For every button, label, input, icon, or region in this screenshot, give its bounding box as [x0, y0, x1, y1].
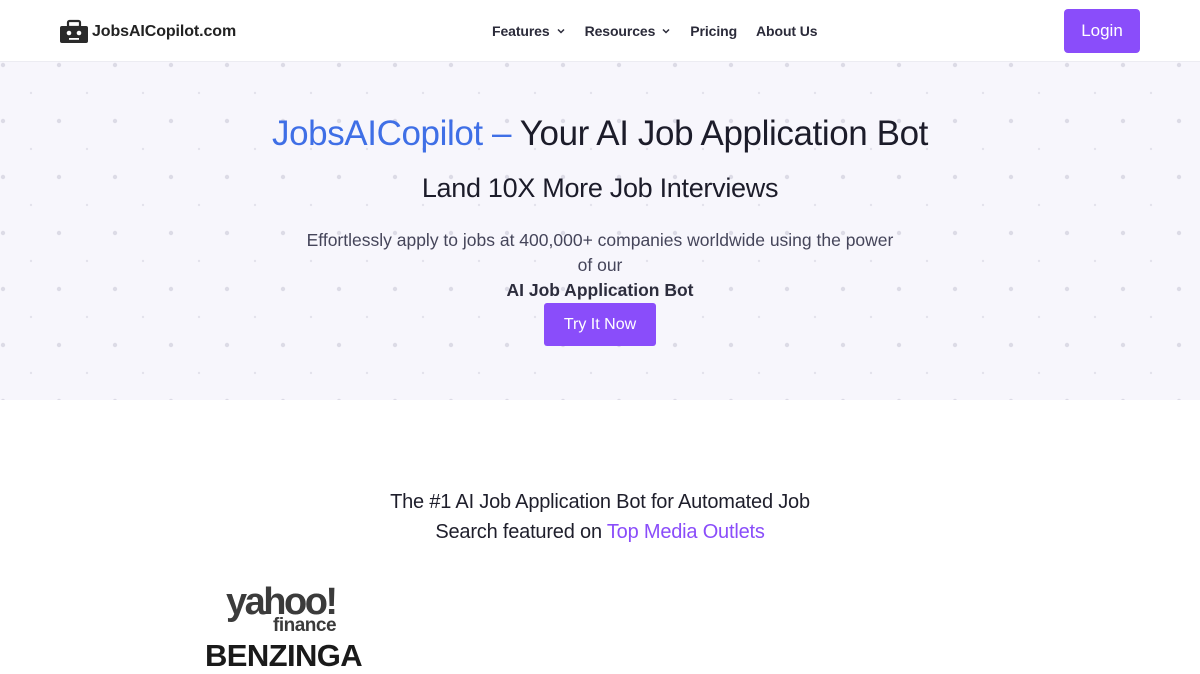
hero-title: JobsAICopilot – Your AI Job Application …: [0, 114, 1200, 154]
top-navigation: JobsAICopilot.com Features Resources Pri…: [0, 0, 1200, 62]
benzinga-logo: BENZINGA: [205, 638, 363, 673]
main-menu: Features Resources Pricing About Us: [492, 21, 836, 41]
site-logo[interactable]: JobsAICopilot.com: [59, 17, 236, 47]
yahoo-logo-finance: finance: [273, 615, 337, 636]
media-heading: The #1 AI Job Application Bot for Automa…: [300, 487, 900, 547]
menu-item-resources[interactable]: Resources: [585, 23, 672, 39]
hero-title-rest: Your AI Job Application Bot: [511, 114, 929, 153]
logo-text: JobsAICopilot.com: [92, 23, 237, 40]
robot-briefcase-icon: [60, 19, 88, 43]
try-it-now-button[interactable]: Try It Now: [544, 303, 656, 346]
menu-item-pricing[interactable]: Pricing: [690, 23, 737, 39]
hero-description: Effortlessly apply to jobs at 400,000+ c…: [300, 228, 900, 303]
menu-item-label: Pricing: [690, 23, 738, 39]
menu-item-label: Features: [492, 23, 550, 39]
login-button[interactable]: Login: [1064, 9, 1140, 53]
media-heading-line1: The #1 AI Job Application Bot for Automa…: [390, 491, 810, 513]
menu-item-about-us[interactable]: About Us: [756, 23, 818, 39]
yahoo-finance-logo: yahoo! finance: [226, 582, 361, 638]
media-heading-accent: Top Media Outlets: [606, 521, 765, 543]
hero-description-text: Effortlessly apply to jobs at 400,000+ c…: [306, 230, 894, 275]
hero-subtitle: Land 10X More Job Interviews: [421, 173, 779, 203]
hero-title-brand: JobsAICopilot –: [271, 114, 512, 153]
media-heading-line2: Search featured on: [435, 521, 607, 543]
hero-section: JobsAICopilot – Your AI Job Application …: [0, 62, 1200, 400]
chevron-down-icon: [557, 28, 565, 34]
chevron-down-icon: [662, 28, 670, 34]
menu-item-label: About Us: [756, 23, 818, 39]
hero-description-bold: AI Job Application Bot: [506, 280, 694, 300]
menu-item-features[interactable]: Features: [492, 23, 566, 39]
menu-item-label: Resources: [584, 23, 656, 39]
